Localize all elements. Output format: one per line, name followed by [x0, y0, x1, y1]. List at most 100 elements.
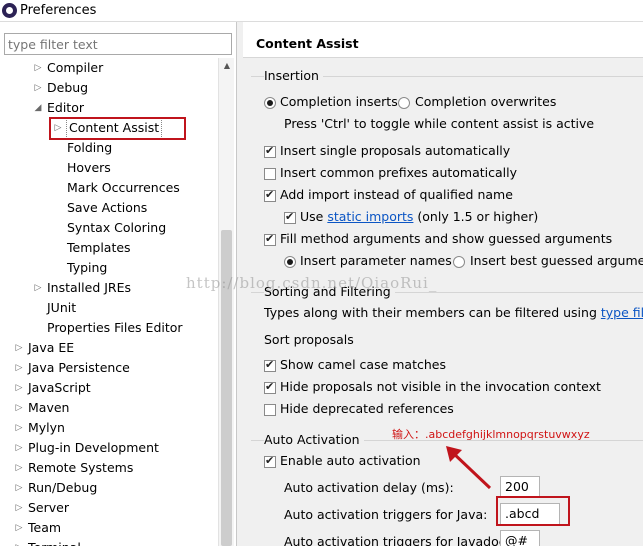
insert-best-guessed-radio[interactable]: [453, 256, 465, 268]
tree-item-label: Hovers: [67, 160, 111, 175]
page-header: Content Assist: [243, 22, 643, 58]
enable-auto-activation-checkbox[interactable]: [264, 454, 276, 468]
tree-item[interactable]: ▷ Debug: [0, 78, 218, 98]
fill-method-arguments-label: Fill method arguments and show guessed a…: [280, 231, 613, 246]
collapsed-arrow-icon[interactable]: ▷: [14, 498, 24, 518]
tree-item[interactable]: JUnit: [0, 298, 218, 318]
hide-not-visible-label: Hide proposals not visible in the invoca…: [280, 379, 601, 394]
tree-item-label: Plug-in Development: [28, 440, 159, 455]
tree-item[interactable]: ▷ JavaScript: [0, 378, 218, 398]
common-prefixes-checkbox[interactable]: [264, 168, 276, 180]
completion-inserts-radio[interactable]: [264, 97, 276, 109]
tree-item-label: Typing: [67, 260, 108, 275]
auto-activation-group-title: Auto Activation: [264, 432, 364, 447]
tree-item-label: Debug: [47, 80, 89, 95]
tree-item[interactable]: Hovers: [0, 158, 218, 178]
tree-item-label: Folding: [67, 140, 113, 155]
completion-overwrites-radio[interactable]: [398, 97, 410, 109]
scroll-up-arrow-icon[interactable]: ▲: [219, 58, 235, 74]
page-title: Content Assist: [256, 36, 359, 51]
collapsed-arrow-icon[interactable]: ▷: [33, 78, 43, 98]
tree-item[interactable]: Properties Files Editor: [0, 318, 218, 338]
annotation-box-java-triggers: [496, 496, 570, 526]
tree-item-label: Run/Debug: [28, 480, 98, 495]
tree-item-label: Installed JREs: [47, 280, 132, 295]
tree-item[interactable]: ▷ Maven: [0, 398, 218, 418]
tree-item[interactable]: ▷ Server: [0, 498, 218, 518]
collapsed-arrow-icon[interactable]: ▷: [14, 398, 24, 418]
tree-item-label: Remote Systems: [28, 460, 134, 475]
camel-case-label: Show camel case matches: [280, 357, 446, 372]
javadoc-triggers-label: Auto activation triggers for Javadoc:: [284, 534, 510, 546]
annotation-arrow-icon: [446, 446, 492, 490]
tree-item[interactable]: ▷ Compiler: [0, 58, 218, 78]
insertion-group-title: Insertion: [264, 68, 323, 83]
filter-input[interactable]: [4, 33, 232, 55]
sort-proposals-label[interactable]: Sort proposals: [264, 332, 354, 347]
expanded-arrow-icon[interactable]: ◢: [33, 98, 43, 118]
collapsed-arrow-icon[interactable]: ▷: [14, 538, 24, 546]
tree-item-label: Save Actions: [67, 200, 148, 215]
tree-item[interactable]: Syntax Coloring: [0, 218, 218, 238]
insert-parameter-names-label: Insert parameter names: [300, 253, 452, 268]
activation-delay-input[interactable]: 200: [500, 476, 540, 498]
toggle-hint-text: Press 'Ctrl' to toggle while content ass…: [284, 116, 595, 131]
tree-item-label: Syntax Coloring: [67, 220, 167, 235]
use-label: Use: [300, 209, 324, 224]
tree-item[interactable]: ▷ Remote Systems: [0, 458, 218, 478]
collapsed-arrow-icon[interactable]: ▷: [14, 358, 24, 378]
tree-item-label: Editor: [47, 100, 84, 115]
tree-item-label: Compiler: [47, 60, 104, 75]
window-title: Preferences: [20, 3, 97, 18]
tree-item[interactable]: Save Actions: [0, 198, 218, 218]
tree-item-label: Maven: [28, 400, 70, 415]
collapsed-arrow-icon[interactable]: ▷: [14, 438, 24, 458]
tree-item[interactable]: Folding: [0, 138, 218, 158]
static-imports-checkbox[interactable]: [284, 210, 296, 224]
tree-item-label: Java EE: [28, 340, 75, 355]
collapsed-arrow-icon[interactable]: ▷: [33, 278, 43, 298]
activation-delay-label: Auto activation delay (ms):: [284, 480, 454, 495]
collapsed-arrow-icon[interactable]: ▷: [14, 478, 24, 498]
enable-auto-activation-label: Enable auto activation: [280, 453, 421, 468]
fill-method-arguments-checkbox[interactable]: [264, 232, 276, 246]
tree-item[interactable]: ▷ Java EE: [0, 338, 218, 358]
tree-item[interactable]: ▷ Mylyn: [0, 418, 218, 438]
tree-item[interactable]: ◢ Editor: [0, 98, 218, 118]
collapsed-arrow-icon[interactable]: ▷: [14, 378, 24, 398]
static-imports-link[interactable]: static imports: [327, 209, 413, 224]
type-filters-link[interactable]: type filters: [601, 305, 643, 320]
single-proposals-checkbox[interactable]: [264, 144, 276, 158]
tree-item-label: Team: [28, 520, 62, 535]
tree-item-label: Mark Occurrences: [67, 180, 180, 195]
collapsed-arrow-icon[interactable]: ▷: [14, 338, 24, 358]
tree-item[interactable]: Templates: [0, 238, 218, 258]
tree-item-label: Properties Files Editor: [47, 320, 183, 335]
collapsed-arrow-icon[interactable]: ▷: [14, 458, 24, 478]
insert-parameter-names-radio[interactable]: [284, 256, 296, 268]
static-imports-row: Use static imports (only 1.5 or higher): [300, 209, 538, 224]
collapsed-arrow-icon[interactable]: ▷: [14, 418, 24, 438]
tree-item[interactable]: ▷ Team: [0, 518, 218, 538]
camel-case-checkbox[interactable]: [264, 358, 276, 372]
collapsed-arrow-icon[interactable]: ▷: [33, 58, 43, 78]
tree-item[interactable]: ▷ Java Persistence: [0, 358, 218, 378]
hide-deprecated-checkbox[interactable]: [264, 404, 276, 416]
collapsed-arrow-icon[interactable]: ▷: [14, 518, 24, 538]
add-import-label: Add import instead of qualified name: [280, 187, 513, 202]
hide-deprecated-label: Hide deprecated references: [280, 401, 454, 416]
completion-inserts-label: Completion inserts: [280, 94, 398, 109]
tree-item-label: Terminal: [28, 538, 81, 546]
add-import-checkbox[interactable]: [264, 188, 276, 202]
tree-item-label: Server: [28, 500, 69, 515]
javadoc-triggers-input[interactable]: @#: [500, 530, 540, 546]
tree-item-label: Mylyn: [28, 420, 65, 435]
tree-item[interactable]: ▷ Plug-in Development: [0, 438, 218, 458]
annotation-box-content-assist: [49, 117, 186, 140]
tree-item[interactable]: ▷ Run/Debug: [0, 478, 218, 498]
tree-scrollbar[interactable]: ▲: [218, 58, 234, 546]
hide-not-visible-checkbox[interactable]: [264, 380, 276, 394]
tree-item[interactable]: Mark Occurrences: [0, 178, 218, 198]
tree-item[interactable]: ▷ Terminal: [0, 538, 218, 546]
java-triggers-label: Auto activation triggers for Java:: [284, 507, 488, 522]
